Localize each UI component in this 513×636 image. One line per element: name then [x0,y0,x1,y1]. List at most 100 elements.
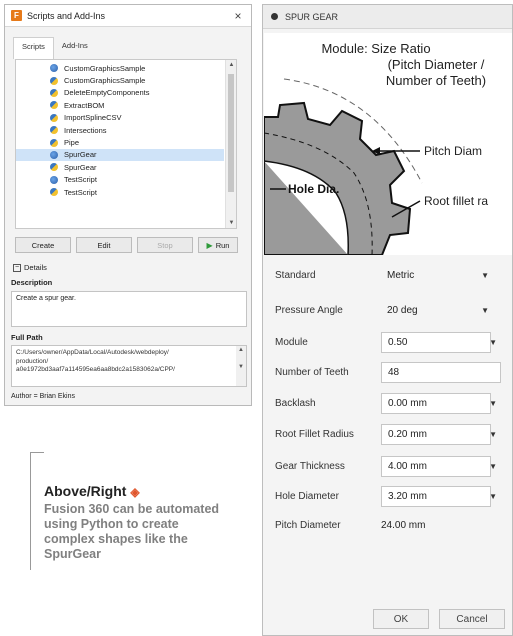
caption-text: Fusion 360 can be automated using Python… [44,502,220,561]
chevron-down-icon[interactable]: ▼ [489,430,497,439]
pressure-angle-label: Pressure Angle [275,304,343,316]
description-field[interactable]: Create a spur gear. [11,291,247,327]
details-label: Details [24,263,47,272]
edit-button[interactable]: Edit [76,237,132,253]
chevron-down-icon[interactable]: ▼ [489,399,497,408]
hole-diameter-input[interactable]: 3.20 mm [381,485,491,507]
tab-scripts[interactable]: Scripts [13,37,54,59]
scripts-list[interactable]: CustomGraphicsSample CustomGraphicsSample… [15,59,237,229]
script-button-row: Create Edit Stop ▶ Run [15,237,239,253]
panel-header[interactable]: SPUR GEAR [263,5,512,29]
scroll-up-icon[interactable]: ▲ [226,62,236,68]
collapse-icon: − [13,263,21,272]
script-name: CustomGraphicsSample [64,76,146,86]
tab-addins[interactable]: Add-Ins [54,37,96,59]
thickness-row: Gear Thickness 4.00 mm ▼ [275,455,505,477]
chevron-down-icon[interactable]: ▼ [489,462,497,471]
script-name: SpurGear [64,162,97,172]
standard-value: Metric [387,269,415,281]
python-icon [50,76,58,85]
teeth-row: Number of Teeth 48 [275,361,505,383]
root-fillet-input[interactable]: 0.20 mm [381,423,491,445]
root-fillet-row: Root Fillet Radius 0.20 mm ▼ [275,423,505,445]
list-item[interactable]: TestScript [16,174,224,186]
list-item[interactable]: CustomGraphicsSample [16,74,224,86]
diagram-heading-2: (Pitch Diameter / [388,57,485,72]
backlash-input[interactable]: 0.00 mm [381,392,491,414]
run-label: Run [215,240,230,250]
script-name: SpurGear [64,150,97,160]
pitch-diameter-value: 24.00 mm [381,519,426,531]
close-icon[interactable]: × [231,9,245,23]
python-icon [50,113,58,122]
module-input[interactable]: 0.50 [381,331,491,353]
pressure-angle-select[interactable]: 20 deg ▼ [381,300,491,321]
script-name: DeleteEmptyComponents [64,88,150,98]
cancel-button[interactable]: Cancel [439,609,505,629]
diamond-icon: ◈ [130,485,140,499]
run-button[interactable]: ▶ Run [198,237,238,253]
caption-rule-tick [30,452,44,453]
list-scrollbar[interactable]: ▲ ▼ [225,60,236,228]
path-line: production/ [16,357,49,365]
python-blue-icon [50,64,58,73]
pitch-diameter-label-field: Pitch Diameter [275,519,341,531]
chevron-down-icon[interactable]: ▼ [489,492,497,501]
script-name: TestScript [64,187,97,197]
stop-button[interactable]: Stop [137,237,193,253]
teeth-label: Number of Teeth [275,366,349,378]
standard-row: Standard Metric ▼ [275,264,505,286]
list-item[interactable]: DeleteEmptyComponents [16,87,224,99]
spur-gear-panel: SPUR GEAR Module: Size Ratio (Pitch Diam… [262,4,513,636]
root-fillet-label: Root fillet ra [424,194,488,208]
python-icon [50,163,58,172]
list-item[interactable]: ImportSplineCSV [16,112,224,124]
scripts-addins-dialog: F Scripts and Add-Ins × Scripts Add-Ins … [4,4,252,406]
list-item[interactable]: TestScript [16,186,224,198]
full-path-field[interactable]: C:/Users/owner/AppData/Local/Autodesk/we… [11,345,247,387]
list-item[interactable]: SpurGear [16,161,224,173]
teeth-input[interactable]: 48 [381,361,501,383]
list-item[interactable]: SpurGear [16,148,224,162]
pitch-row: Pitch Diameter 24.00 mm [275,514,505,536]
script-name: Pipe [64,138,80,148]
caption-title: Above/Right ◈ [44,483,140,499]
details-toggle[interactable]: − Details [13,263,47,272]
python-blue-icon [50,150,58,159]
scroll-down-icon[interactable]: ▼ [226,220,236,226]
standard-select[interactable]: Metric ▼ [381,265,491,286]
hole-diameter-label: Hole Diameter [275,490,339,502]
diagram-heading-1: Module: Size Ratio [321,41,430,56]
caption-rule [30,452,31,570]
caption-title-text: Above/Right [44,483,127,499]
script-items: CustomGraphicsSample CustomGraphicsSample… [16,60,224,198]
dialog-titlebar: F Scripts and Add-Ins × [5,5,251,27]
list-item[interactable]: Intersections [16,124,224,136]
ok-button[interactable]: OK [373,609,429,629]
chevron-down-icon: ▼ [481,270,489,280]
backlash-row: Backlash 0.00 mm ▼ [275,392,505,414]
full-path-label: Full Path [11,333,43,342]
gear-thickness-label: Gear Thickness [275,460,345,472]
fusion-app-icon: F [11,10,22,21]
dialog-tabs: Scripts Add-Ins [5,27,251,59]
script-name: CustomGraphicsSample [64,63,146,73]
standard-label: Standard [275,269,316,281]
chevron-down-icon[interactable]: ▼ [489,338,497,347]
list-item[interactable]: ExtractBOM [16,99,224,111]
python-icon [50,88,58,97]
gear-thickness-input[interactable]: 4.00 mm [381,455,491,477]
list-item[interactable]: Pipe [16,136,224,148]
list-item[interactable]: CustomGraphicsSample [16,62,224,74]
dialog-title: Scripts and Add-Ins [27,10,106,21]
create-button[interactable]: Create [15,237,71,253]
python-icon [50,138,58,147]
python-blue-icon [50,175,58,184]
script-name: ExtractBOM [64,100,105,110]
panel-dot-icon [271,13,278,20]
python-icon [50,101,58,110]
hole-row: Hole Diameter 3.20 mm ▼ [275,485,505,507]
path-scrollbar[interactable]: ▲ ▼ [236,346,246,386]
scroll-thumb[interactable] [228,74,234,192]
panel-title: SPUR GEAR [285,11,339,22]
